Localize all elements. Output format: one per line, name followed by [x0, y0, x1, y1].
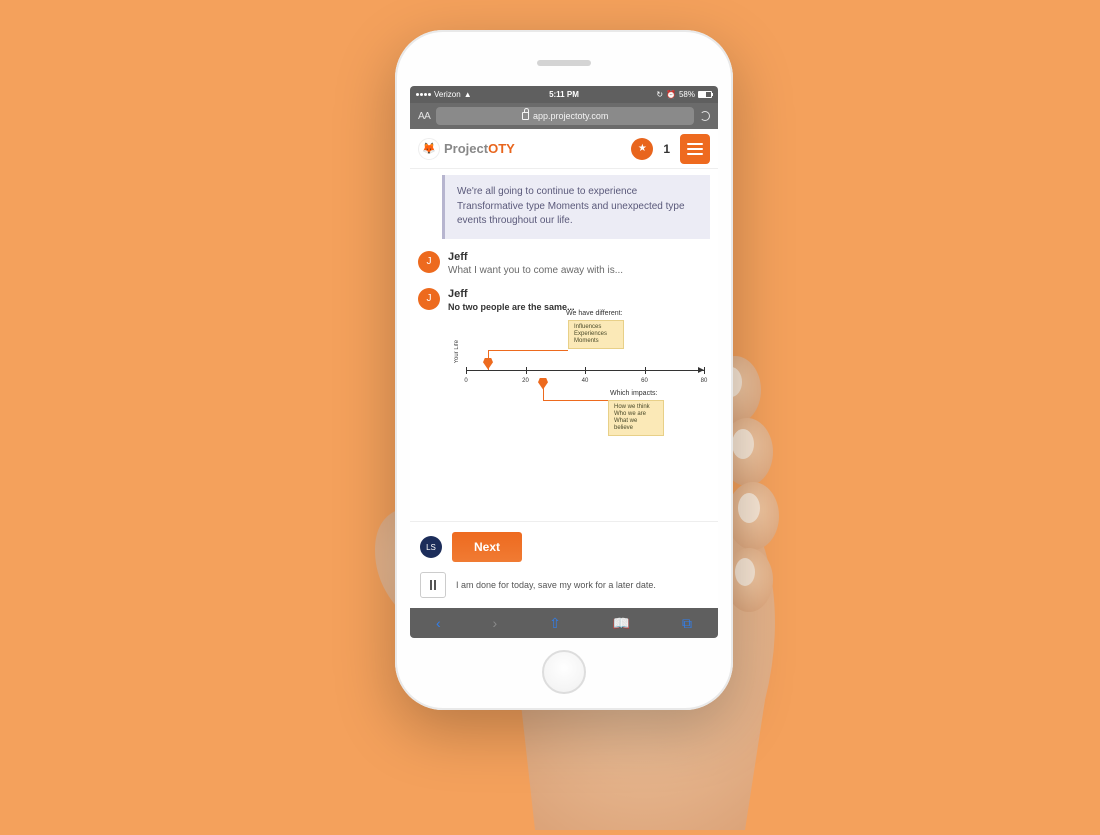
- safari-toolbar: ‹ › ⇧ 📖 ⧉: [410, 608, 718, 638]
- logo-icon: 🦊: [418, 138, 440, 160]
- brand-prefix: Project: [444, 141, 488, 156]
- status-left: Verizon ▲: [416, 90, 472, 99]
- menu-button[interactable]: [680, 134, 710, 164]
- avatar: J: [418, 251, 440, 273]
- tick-label: 20: [522, 378, 529, 384]
- bookmarks-icon[interactable]: 📖: [613, 615, 630, 632]
- screen: Verizon ▲ 5:11 PM ↻ ⏰ 58% AA app.project…: [410, 86, 718, 638]
- lock-icon: [522, 112, 529, 120]
- signal-icon: [416, 93, 431, 96]
- carrier-label: Verizon: [434, 90, 461, 99]
- note-line: Experiences: [574, 331, 618, 338]
- battery-icon: [698, 91, 712, 98]
- pause-button[interactable]: [420, 572, 446, 598]
- avatar: J: [418, 288, 440, 310]
- app-header: 🦊 ProjectOTY ★ 1: [410, 129, 718, 169]
- note-line: Influences: [574, 324, 618, 331]
- forward-icon: ›: [493, 615, 498, 631]
- wifi-icon: ▲: [464, 90, 472, 99]
- coin-icon[interactable]: ★: [631, 138, 653, 160]
- message-text: What I want you to come away with is...: [448, 265, 710, 276]
- diagram-note-top: Influences Experiences Moments: [568, 320, 624, 350]
- sender-name: Jeff: [448, 251, 710, 263]
- user-avatar: LS: [420, 536, 442, 558]
- home-button[interactable]: [542, 650, 586, 694]
- url-field[interactable]: app.projectoty.com: [436, 107, 694, 125]
- save-later-link[interactable]: I am done for today, save my work for a …: [456, 580, 656, 590]
- x-axis: 0 20 40 60 80: [466, 370, 704, 371]
- next-button[interactable]: Next: [452, 532, 522, 562]
- sender-name: Jeff: [448, 288, 710, 300]
- battery-percent: 58%: [679, 90, 695, 99]
- message: J Jeff What I want you to come away with…: [418, 251, 710, 276]
- clock: 5:11 PM: [472, 90, 657, 99]
- coin-count: 1: [659, 142, 674, 156]
- url-text: app.projectoty.com: [533, 111, 608, 121]
- tabs-icon[interactable]: ⧉: [682, 615, 692, 632]
- note-line: Moments: [574, 338, 618, 345]
- tick-label: 0: [464, 378, 467, 384]
- timeline-marker-icon: [483, 358, 493, 370]
- status-right: ↻ ⏰ 58%: [656, 90, 712, 99]
- timeline-marker-icon: [538, 378, 548, 390]
- diagram-note-bottom: How we think Who we are What we believe: [608, 400, 664, 437]
- safari-url-bar: AA app.projectoty.com: [410, 103, 718, 129]
- tick-label: 60: [641, 378, 648, 384]
- actions-bar: LS Next I am done for today, save my wor…: [410, 521, 718, 608]
- y-axis-label: Your Life: [454, 340, 460, 363]
- highlight-callout: We're all going to continue to experienc…: [442, 175, 710, 239]
- text-size-button[interactable]: AA: [418, 111, 430, 122]
- back-icon[interactable]: ‹: [436, 615, 441, 631]
- orientation-lock-icon: ↻: [656, 90, 663, 99]
- share-icon[interactable]: ⇧: [549, 615, 561, 632]
- reload-icon[interactable]: [700, 111, 710, 121]
- logo[interactable]: 🦊 ProjectOTY: [418, 138, 625, 160]
- iphone-device-frame: Verizon ▲ 5:11 PM ↻ ⏰ 58% AA app.project…: [395, 30, 733, 710]
- note-line: What we believe: [614, 418, 658, 432]
- diagram-bottom-title: Which impacts:: [610, 390, 657, 397]
- ios-status-bar: Verizon ▲ 5:11 PM ↻ ⏰ 58%: [410, 86, 718, 103]
- note-line: Who we are: [614, 411, 658, 418]
- note-line: How we think: [614, 404, 658, 411]
- alarm-icon: ⏰: [666, 90, 676, 99]
- timeline-diagram: We have different: Influences Experience…: [448, 320, 710, 450]
- tick-label: 80: [701, 378, 708, 384]
- message: J Jeff No two people are the same... We …: [418, 288, 710, 450]
- tick-label: 40: [582, 378, 589, 384]
- brand-suffix: OTY: [488, 141, 515, 156]
- callout-text: We're all going to continue to experienc…: [457, 186, 685, 226]
- diagram-top-title: We have different:: [566, 310, 623, 317]
- content-scroll[interactable]: We're all going to continue to experienc…: [410, 169, 718, 521]
